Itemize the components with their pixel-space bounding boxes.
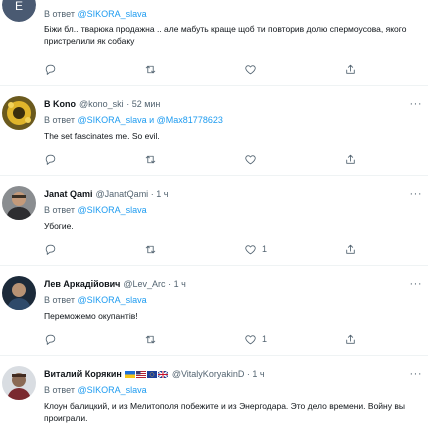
like-button[interactable]: 1 [244, 242, 267, 256]
retweet-icon [145, 155, 156, 163]
user-handle[interactable]: @VitalyKoryakinD [172, 369, 245, 379]
share-button[interactable] [344, 332, 357, 346]
reply-button[interactable] [44, 242, 62, 256]
reply-to-link[interactable]: @SIKORA_slava и @Max81778623 [77, 115, 222, 125]
tweet-item[interactable]: Лев Аркадійович @Lev_Arc · 1 ч В ответ @S… [0, 266, 428, 356]
like-button[interactable] [244, 152, 262, 166]
comment-icon [45, 244, 56, 255]
tweet-header: Janat Qami @JanatQami · 1 ч [44, 188, 416, 200]
share-button[interactable] [344, 152, 357, 166]
heart-icon [245, 64, 256, 74]
uk-flag-icon [157, 371, 168, 378]
more-icon[interactable]: ··· [410, 368, 423, 380]
retweet-button[interactable] [144, 152, 162, 166]
svg-text:Е: Е [15, 0, 23, 13]
reply-prefix: В ответ [44, 115, 75, 125]
separator: · [126, 99, 130, 109]
avatar[interactable] [2, 366, 36, 400]
tweet-text: Переможемо окупантів! [44, 311, 138, 321]
tweet-text: Убогие. [44, 221, 74, 231]
tweet-text: Клоун балицкий, и из Мелитополя побежите… [44, 401, 405, 423]
tweet-header: Лев Аркадійович @Lev_Arc · 1 ч [44, 278, 416, 290]
reply-prefix: В ответ [44, 385, 75, 395]
separator: · [150, 189, 154, 199]
tweet-actions [44, 62, 364, 76]
timestamp[interactable]: 1 ч [174, 279, 186, 289]
retweet-button[interactable] [144, 332, 162, 346]
comment-icon [45, 334, 56, 345]
share-button[interactable] [344, 242, 357, 256]
avatar[interactable]: Е [2, 0, 36, 22]
tweet-actions: 1 [44, 242, 364, 256]
share-icon [346, 64, 355, 74]
tweet-header: В Kono @kono_ski · 52 мин [44, 98, 416, 110]
reply-to-link[interactable]: @SIKORA_slava [77, 9, 146, 19]
reply-context: В ответ @SIKORA_slava [44, 204, 416, 216]
heart-icon [245, 154, 256, 164]
reply-context: В ответ @SIKORA_slava [44, 384, 416, 396]
timestamp[interactable]: 1 ч [252, 369, 264, 379]
user-handle[interactable]: @kono_ski [79, 99, 124, 109]
tweet-item[interactable]: В Kono @kono_ski · 52 мин В ответ @SIKORA… [0, 86, 428, 176]
display-name[interactable]: Виталий Корякин [44, 369, 122, 379]
share-icon [346, 244, 355, 254]
like-button[interactable]: 1 [244, 332, 267, 346]
like-count: 1 [262, 244, 268, 254]
ukraine-flag-icon [124, 371, 135, 378]
eu-flag-icon [146, 371, 157, 378]
display-name[interactable]: В Kono [44, 99, 76, 109]
share-icon [346, 334, 355, 344]
avatar[interactable] [2, 96, 36, 130]
like-count: 1 [262, 334, 268, 344]
tweet-header: Виталий Корякин @VitalyKoryakinD · 1 ч [44, 368, 416, 380]
comment-icon [45, 154, 56, 165]
share-icon [346, 154, 355, 164]
retweet-button[interactable] [144, 242, 162, 256]
reply-to-link[interactable]: @SIKORA_slava [77, 205, 146, 215]
retweet-icon [145, 335, 156, 343]
reply-button[interactable] [44, 152, 62, 166]
reply-to-link[interactable]: @SIKORA_slava [77, 385, 146, 395]
display-name[interactable]: Janat Qami [44, 189, 93, 199]
more-icon[interactable]: ··· [410, 98, 423, 110]
user-handle[interactable]: @JanatQami [96, 189, 149, 199]
reply-prefix: В ответ [44, 205, 75, 215]
timestamp[interactable]: 1 ч [156, 189, 168, 199]
avatar[interactable] [2, 276, 36, 310]
tweet-item[interactable]: Виталий Корякин @VitalyKoryakinD · 1 ч В … [0, 356, 428, 426]
tweet-item[interactable]: Janat Qami @JanatQami · 1 ч В ответ @SIKO… [0, 176, 428, 266]
like-button[interactable] [244, 62, 262, 76]
tweet-text: The set fascinates me. So evil. [44, 131, 160, 141]
retweet-icon [145, 245, 156, 253]
user-handle[interactable]: @Lev_Arc [123, 279, 165, 289]
reply-context: В ответ @SIKORA_slava [44, 8, 416, 20]
heart-icon [245, 334, 256, 344]
reply-context: В ответ @SIKORA_slava [44, 294, 416, 306]
usa-flag-icon [135, 371, 146, 378]
more-icon[interactable]: ··· [410, 188, 423, 200]
reply-prefix: В ответ [44, 295, 75, 305]
retweet-icon [145, 65, 156, 73]
timestamp[interactable]: 52 мин [132, 99, 161, 109]
reply-to-link[interactable]: @SIKORA_slava [77, 295, 146, 305]
tweet-actions: 1 [44, 332, 364, 346]
tweet-actions [44, 152, 364, 166]
more-icon[interactable]: ··· [410, 278, 423, 290]
flag-icons [124, 369, 169, 379]
separator: · [246, 369, 250, 379]
separator: · [168, 279, 172, 289]
avatar[interactable] [2, 186, 36, 220]
share-button[interactable] [344, 62, 357, 76]
comment-icon [45, 64, 56, 75]
tweet-text: Біжи бл.. тварюка продажна .. але мабуть… [44, 24, 407, 46]
reply-prefix: В ответ [44, 9, 75, 19]
reply-button[interactable] [44, 62, 62, 76]
heart-icon [245, 244, 256, 254]
retweet-button[interactable] [144, 62, 162, 76]
reply-context: В ответ @SIKORA_slava и @Max81778623 [44, 114, 416, 126]
display-name[interactable]: Лев Аркадійович [44, 279, 120, 289]
tweet-item[interactable]: Е В ответ @SIKORA_slava Біжи бл.. тварюк… [0, 0, 428, 86]
reply-button[interactable] [44, 332, 62, 346]
